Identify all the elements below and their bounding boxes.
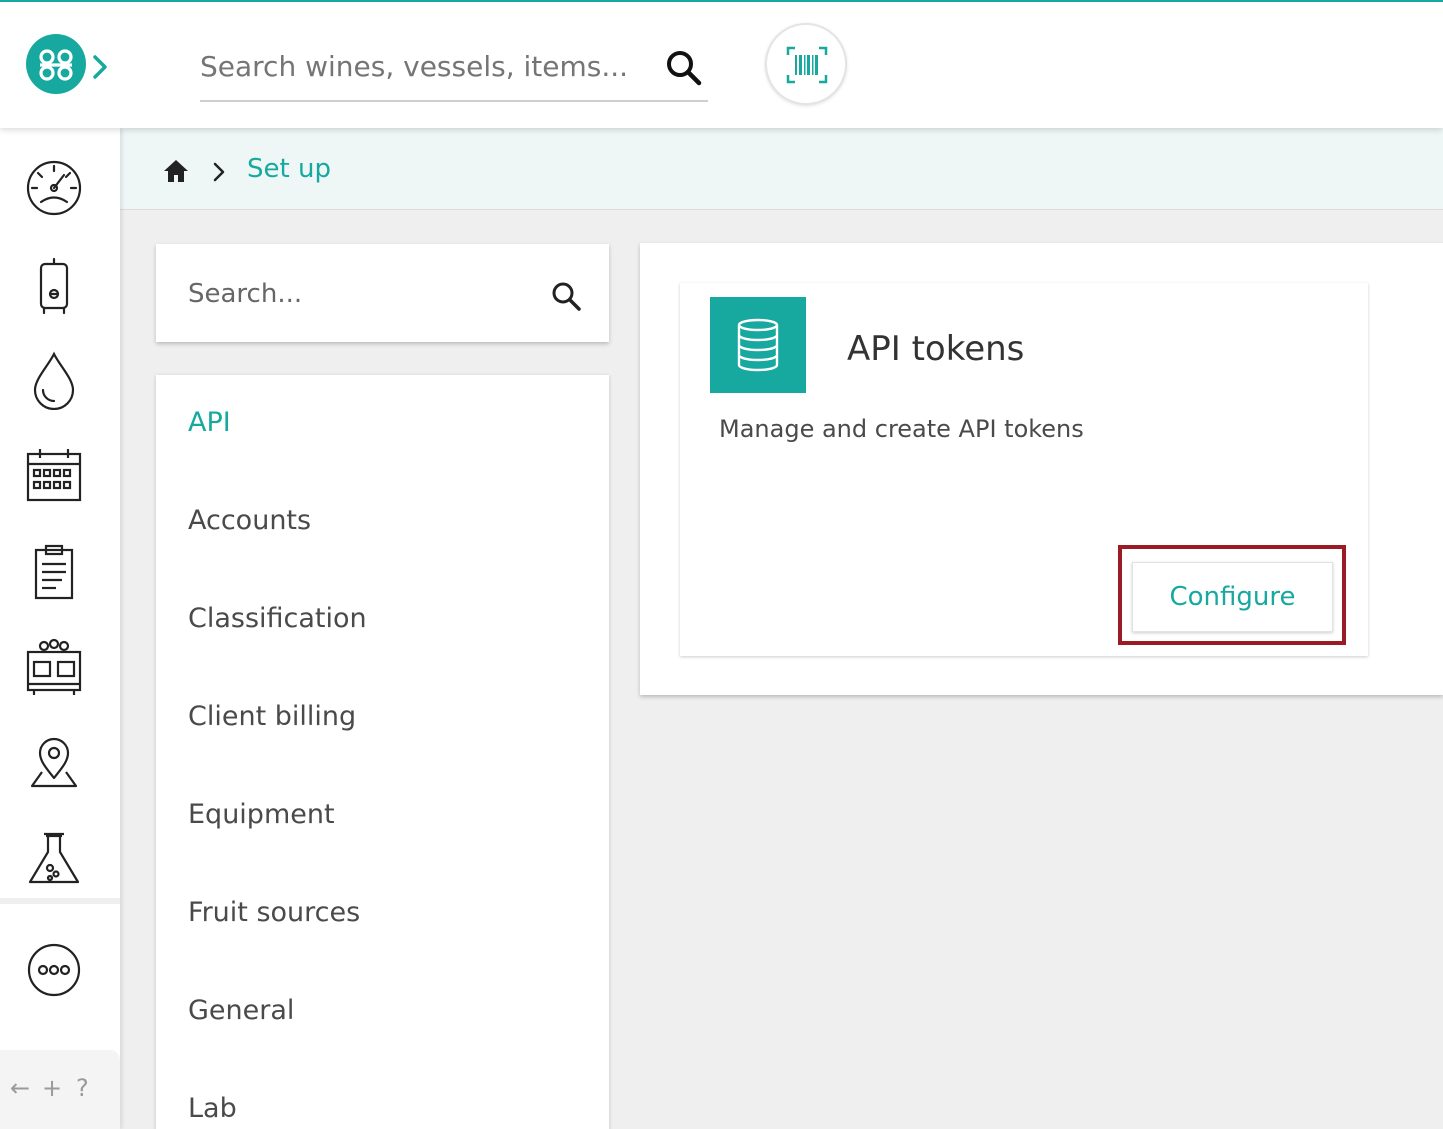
top-bar (0, 0, 1443, 128)
settings-search (156, 244, 609, 342)
home-icon[interactable] (162, 158, 190, 184)
category-item-api[interactable]: API (188, 407, 231, 438)
configure-button[interactable]: Configure (1132, 562, 1333, 632)
api-tokens-card: API tokens Manage and create API tokens … (680, 283, 1368, 656)
barrels-icon[interactable] (24, 638, 84, 698)
category-item-fruit-sources[interactable]: Fruit sources (188, 897, 360, 928)
settings-search-input[interactable] (188, 274, 528, 314)
app-logo[interactable] (26, 34, 86, 94)
card-title: API tokens (847, 329, 1025, 369)
barcode-icon (786, 46, 828, 84)
lab-flask-icon[interactable] (24, 830, 84, 890)
rail-divider (0, 898, 120, 904)
category-item-general[interactable]: General (188, 995, 294, 1026)
search-icon[interactable] (664, 48, 704, 88)
help-icon[interactable]: ? (76, 1074, 89, 1102)
drop-icon[interactable] (24, 350, 84, 410)
global-search-input[interactable] (200, 44, 650, 88)
card-icon-tile (710, 297, 806, 393)
card-description: Manage and create API tokens (719, 415, 1084, 443)
clipboard-icon[interactable] (24, 542, 84, 602)
rail-footer: ← + ? (0, 1050, 120, 1129)
dashboard-gauge-icon[interactable] (24, 158, 84, 218)
category-item-accounts[interactable]: Accounts (188, 505, 311, 536)
more-icon[interactable] (24, 940, 84, 1000)
calendar-icon[interactable] (24, 446, 84, 506)
breadcrumb-chevron-icon (213, 162, 225, 182)
global-search (200, 38, 708, 102)
left-navigation-rail: ← + ? (0, 128, 120, 1129)
vessel-tank-icon[interactable] (24, 256, 84, 316)
map-pin-icon[interactable] (24, 734, 84, 794)
back-arrow-icon[interactable]: ← (10, 1074, 30, 1102)
expand-chevron-icon[interactable] (90, 54, 110, 80)
database-icon (737, 318, 779, 372)
settings-content-panel: API tokens Manage and create API tokens … (640, 243, 1443, 695)
add-icon[interactable]: + (42, 1074, 62, 1102)
category-item-equipment[interactable]: Equipment (188, 799, 335, 830)
barcode-scan-button[interactable] (765, 23, 847, 105)
settings-category-list: API Accounts Classification Client billi… (156, 375, 609, 1129)
category-item-client-billing[interactable]: Client billing (188, 701, 356, 732)
category-item-classification[interactable]: Classification (188, 603, 367, 634)
logo-mark-icon (39, 49, 73, 81)
search-icon[interactable] (550, 280, 582, 312)
breadcrumb: Set up (120, 128, 1443, 210)
breadcrumb-current[interactable]: Set up (247, 154, 331, 184)
category-item-lab[interactable]: Lab (188, 1093, 237, 1124)
